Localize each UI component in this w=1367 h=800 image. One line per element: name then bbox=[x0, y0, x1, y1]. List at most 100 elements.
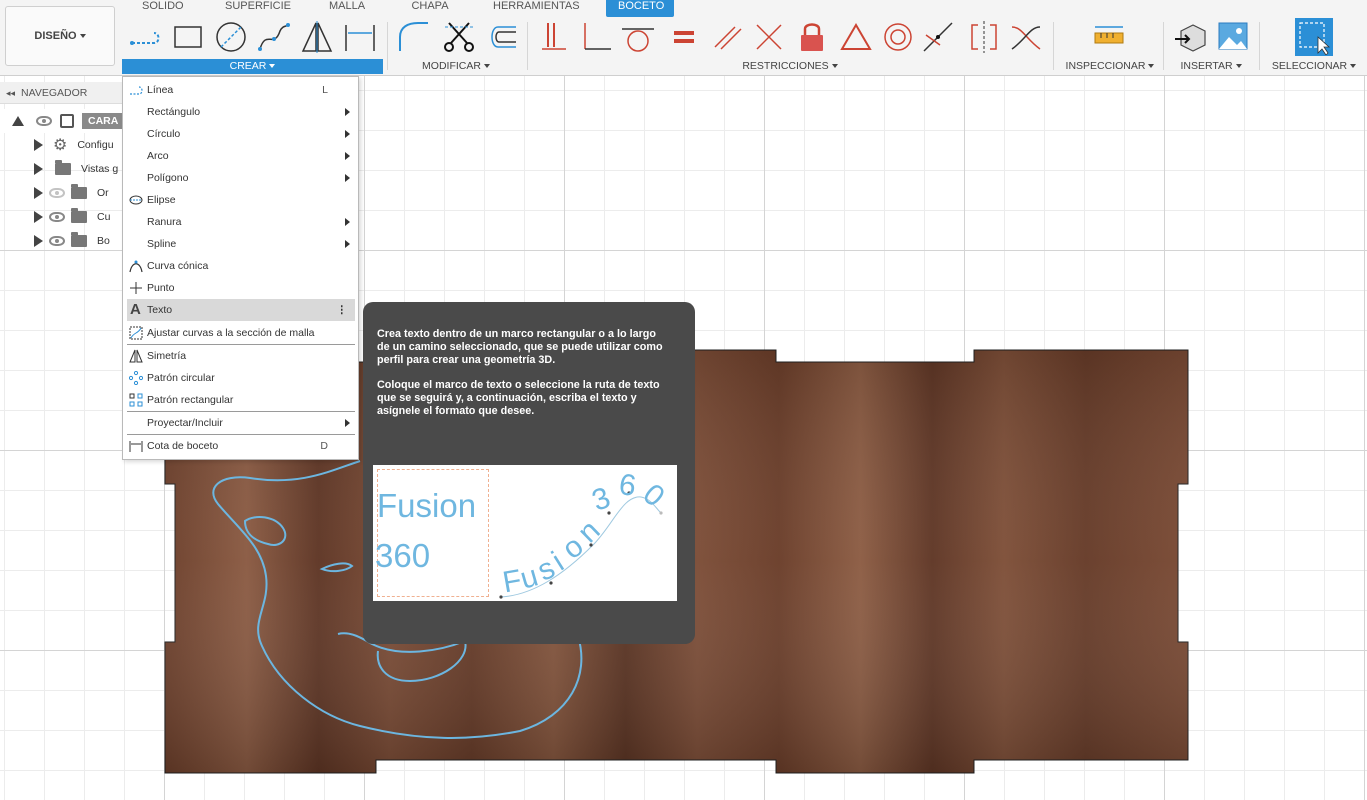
select-tool-icon[interactable] bbox=[1295, 18, 1333, 56]
folder-icon bbox=[55, 160, 71, 175]
rectangle-tool-icon[interactable] bbox=[170, 19, 206, 55]
tab-superficie[interactable]: SUPERFICIE bbox=[225, 0, 291, 17]
menu-item-arc[interactable]: Arco bbox=[123, 145, 358, 167]
nav-item-named-views[interactable]: Vistas g bbox=[0, 157, 130, 181]
measure-ruler-icon[interactable] bbox=[1091, 19, 1127, 55]
menu-item-point[interactable]: Punto bbox=[123, 277, 358, 299]
chevron-down-icon bbox=[1148, 64, 1155, 69]
menu-item-slot[interactable]: Ranura bbox=[123, 211, 358, 233]
submenu-arrow-icon bbox=[345, 130, 350, 138]
menu-item-project-include[interactable]: Proyectar/Incluir bbox=[123, 412, 358, 434]
navigator-header[interactable]: ◂◂ NAVEGADOR bbox=[0, 82, 130, 104]
menu-item-line[interactable]: Línea L bbox=[123, 79, 358, 101]
expand-triangle-icon[interactable] bbox=[12, 116, 24, 126]
workspace-switcher-button[interactable]: DISEÑO bbox=[5, 6, 115, 66]
spline-tool-icon[interactable] bbox=[256, 19, 292, 55]
modify-menu-button[interactable]: MODIFICAR bbox=[396, 59, 516, 74]
tooltip-instructions: Coloque el marco de texto o seleccione l… bbox=[377, 379, 660, 417]
menu-item-fit-curves[interactable]: Ajustar curvas a la sección de malla bbox=[123, 322, 358, 344]
tab-malla[interactable]: MALLA bbox=[328, 0, 366, 17]
chevron-down-icon bbox=[1235, 64, 1242, 69]
parallel-constraint-icon[interactable] bbox=[709, 19, 745, 55]
equal-constraint-icon[interactable] bbox=[666, 19, 702, 55]
trim-scissors-icon[interactable] bbox=[441, 19, 477, 55]
fillet-tool-icon[interactable] bbox=[396, 19, 432, 55]
insert-derive-icon[interactable] bbox=[1173, 19, 1209, 55]
submenu-arrow-icon bbox=[345, 240, 350, 248]
nav-item-settings[interactable]: ⚙ Configu bbox=[0, 133, 130, 157]
menu-item-polygon[interactable]: Polígono bbox=[123, 167, 358, 189]
submenu-arrow-icon bbox=[345, 152, 350, 160]
menu-item-circle[interactable]: Círculo bbox=[123, 123, 358, 145]
menu-item-rectangle[interactable]: Rectángulo bbox=[123, 101, 358, 123]
nav-item-bodies[interactable]: Cu bbox=[0, 205, 130, 229]
menu-item-mirror[interactable]: Simetría bbox=[123, 345, 358, 367]
ellipse-icon bbox=[129, 195, 143, 205]
nav-item-label: Configu bbox=[77, 139, 114, 151]
mirror-icon bbox=[129, 349, 143, 363]
menu-item-rectangular-pattern[interactable]: Patrón rectangular bbox=[123, 389, 358, 411]
submenu-arrow-icon bbox=[345, 218, 350, 226]
insert-menu-button[interactable]: INSERTAR bbox=[1174, 59, 1248, 74]
rectangular-pattern-icon bbox=[129, 393, 143, 407]
inspect-menu-button[interactable]: INSPECCIONAR bbox=[1062, 59, 1158, 74]
more-options-icon[interactable]: ⋮ bbox=[337, 299, 348, 321]
expand-triangle-icon[interactable] bbox=[34, 211, 43, 223]
nav-item-origin[interactable]: Or bbox=[0, 181, 130, 205]
tab-herramientas[interactable]: HERRAMIENTAS bbox=[493, 0, 580, 17]
expand-triangle-icon[interactable] bbox=[34, 139, 43, 151]
menu-item-spline[interactable]: Spline bbox=[123, 233, 358, 255]
tangent-constraint-icon[interactable] bbox=[620, 19, 656, 55]
expand-triangle-icon[interactable] bbox=[34, 187, 43, 199]
text-icon: A bbox=[130, 301, 141, 318]
component-icon bbox=[60, 114, 74, 128]
menu-item-circular-pattern[interactable]: Patrón circular bbox=[123, 367, 358, 389]
offset-tool-icon[interactable] bbox=[484, 19, 520, 55]
folder-icon bbox=[71, 232, 87, 247]
constraints-menu-button[interactable]: RESTRICCIONES bbox=[700, 59, 880, 74]
expand-triangle-icon[interactable] bbox=[34, 163, 43, 175]
nav-item-root[interactable]: CARA bbox=[0, 109, 130, 133]
text-tool-tooltip: Crea texto dentro de un marco rectangula… bbox=[363, 302, 695, 644]
eye-hidden-icon[interactable] bbox=[49, 188, 65, 198]
insert-image-icon[interactable] bbox=[1215, 19, 1251, 55]
tooltip-illustration: Fusion 360 F u s i o n 3 6 0 bbox=[373, 465, 677, 601]
nav-item-label: Cu bbox=[97, 211, 111, 223]
concentric-constraint-icon[interactable] bbox=[880, 19, 916, 55]
select-menu-button[interactable]: SELECCIONAR bbox=[1268, 59, 1360, 74]
eye-icon[interactable] bbox=[49, 236, 65, 246]
perpendicular-constraint-icon[interactable] bbox=[751, 19, 787, 55]
chevron-down-icon bbox=[79, 34, 86, 38]
menu-item-conic-curve[interactable]: Curva cónica bbox=[123, 255, 358, 277]
browser-navigator: ◂◂ NAVEGADOR CARA ⚙ Configu Vistas g Or C… bbox=[0, 82, 130, 262]
tab-solido[interactable]: SOLIDO bbox=[142, 0, 184, 17]
menu-item-ellipse[interactable]: Elipse bbox=[123, 189, 358, 211]
sketch-dimension-tool-icon[interactable] bbox=[342, 19, 378, 55]
menu-item-text[interactable]: A Texto ⋮ bbox=[127, 299, 355, 321]
nav-item-label: CARA bbox=[82, 113, 125, 129]
tab-boceto[interactable]: BOCETO bbox=[606, 0, 674, 17]
symmetry-constraint-icon[interactable] bbox=[966, 19, 1002, 55]
tooltip-description: Crea texto dentro de un marco rectangula… bbox=[377, 328, 663, 366]
create-menu-button[interactable]: CREAR bbox=[122, 59, 383, 74]
collapse-icon[interactable]: ◂◂ bbox=[6, 88, 15, 98]
line-icon bbox=[130, 86, 143, 95]
expand-triangle-icon[interactable] bbox=[34, 235, 43, 247]
midpoint-constraint-icon[interactable] bbox=[838, 19, 874, 55]
coincident-constraint-icon[interactable] bbox=[579, 19, 615, 55]
nav-item-sketches[interactable]: Bo bbox=[0, 229, 130, 253]
horizontal-vertical-constraint-icon[interactable] bbox=[536, 19, 572, 55]
fix-lock-icon[interactable] bbox=[794, 19, 830, 55]
eye-icon[interactable] bbox=[49, 212, 65, 222]
line-tool-icon[interactable] bbox=[128, 19, 164, 55]
menu-item-sketch-dimension[interactable]: Cota de boceto D bbox=[123, 435, 358, 457]
curvature-constraint-icon[interactable] bbox=[1008, 19, 1044, 55]
collinear-constraint-icon[interactable] bbox=[920, 19, 956, 55]
mirror-tool-icon[interactable] bbox=[299, 19, 335, 55]
circle-tool-icon[interactable] bbox=[213, 19, 249, 55]
submenu-arrow-icon bbox=[345, 108, 350, 116]
tab-chapa[interactable]: CHAPA bbox=[411, 0, 449, 17]
folder-icon bbox=[71, 184, 87, 199]
submenu-arrow-icon bbox=[345, 174, 350, 182]
eye-icon[interactable] bbox=[36, 116, 52, 126]
